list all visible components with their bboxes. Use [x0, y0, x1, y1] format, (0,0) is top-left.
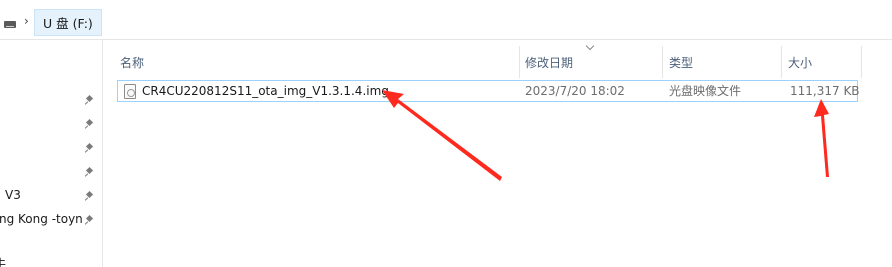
file-name[interactable]: CR4CU220812S11_ota_img_V1.3.1.4.img [142, 81, 389, 101]
column-header-name-label: 名称 [120, 56, 145, 70]
file-row[interactable]: CR4CU220812S11_ota_img_V1.3.1.4.img 2023… [117, 80, 860, 102]
column-header-date[interactable]: 修改日期 [520, 40, 662, 82]
column-divider[interactable] [861, 46, 862, 78]
column-header-size[interactable]: 大小 [782, 40, 862, 82]
pin-icon[interactable] [85, 94, 97, 106]
file-size: 111,317 KB [790, 84, 860, 98]
pin-icon[interactable] [85, 190, 97, 202]
column-header-type-label: 类型 [669, 56, 694, 70]
file-date-modified: 2023/7/20 18:02 [525, 84, 625, 98]
column-header-name[interactable]: 名称 [103, 40, 519, 82]
column-header-type[interactable]: 类型 [663, 40, 781, 82]
nav-item-partial[interactable]: 牛 [0, 254, 6, 267]
nav-item-hong-kong[interactable]: ng Kong -toyn [0, 209, 83, 229]
address-bar[interactable]: › U 盘 (F:) [0, 0, 892, 40]
breadcrumb-separator-icon[interactable]: › [24, 14, 29, 28]
pin-icon[interactable] [85, 142, 97, 154]
disc-image-file-icon [124, 84, 136, 99]
pin-icon[interactable] [85, 118, 97, 130]
column-header-size-label: 大小 [788, 56, 813, 70]
pin-icon[interactable] [85, 214, 97, 226]
column-header-date-label: 修改日期 [525, 56, 574, 70]
file-list: 名称 修改日期 类型 大小 CR4CU220812S11_ota_img_V1.… [103, 40, 892, 267]
navigation-pane: V3 ng Kong -toyn 牛 [0, 40, 103, 267]
breadcrumb-location[interactable]: U 盘 (F:) [34, 9, 102, 36]
pin-icon[interactable] [85, 166, 97, 178]
nav-item-v3[interactable]: V3 [5, 185, 21, 205]
drive-icon [4, 21, 16, 28]
file-type: 光盘映像文件 [669, 84, 742, 98]
